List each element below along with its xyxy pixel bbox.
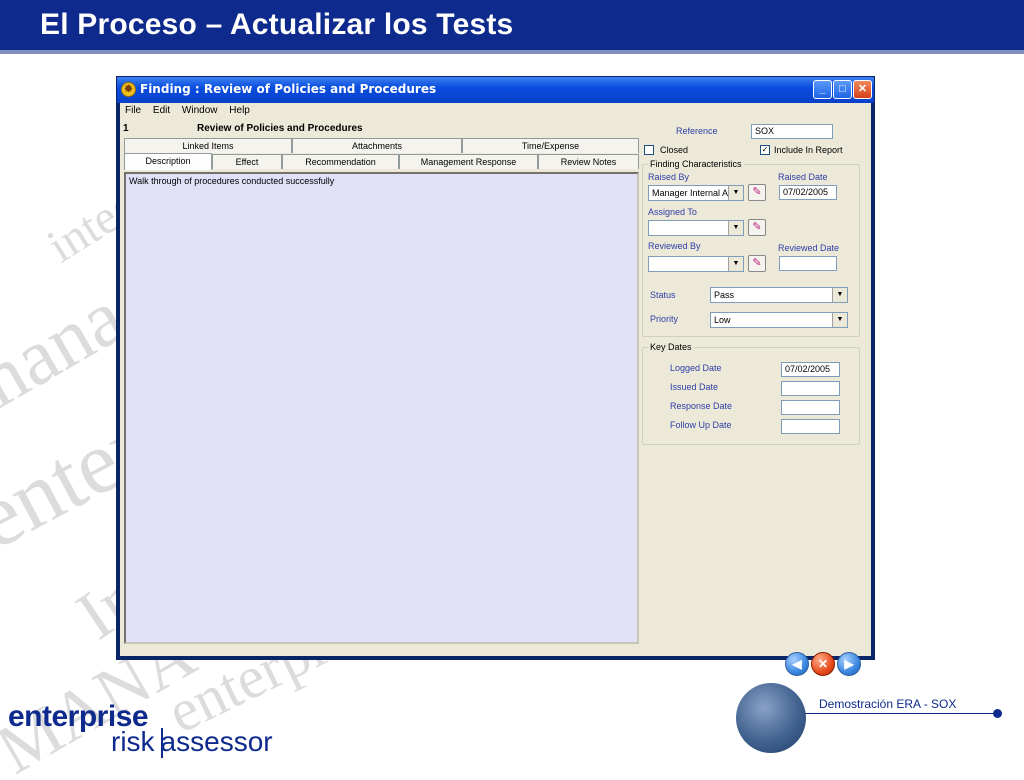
description-textarea[interactable]: Walk through of procedures conducted suc…: [124, 172, 639, 644]
logged-date-label: Logged Date: [670, 363, 722, 373]
chevron-down-icon: ▼: [728, 221, 743, 235]
raised-date-label: Raised Date: [778, 172, 828, 182]
logo-word-assessor: assessor: [160, 726, 273, 757]
forward-button[interactable]: ▶: [837, 652, 861, 676]
pencil-icon: ✎: [752, 221, 762, 233]
issued-date-label: Issued Date: [670, 382, 719, 392]
status-value: Pass: [714, 290, 735, 300]
priority-select[interactable]: Low ▼: [710, 312, 848, 328]
tab-effect[interactable]: Effect: [212, 154, 282, 169]
priority-value: Low: [714, 315, 731, 325]
tab-linked-items[interactable]: Linked Items: [124, 138, 292, 153]
menu-window[interactable]: Window: [182, 103, 218, 119]
demo-underline: [805, 713, 995, 714]
reviewed-by-label: Reviewed By: [648, 241, 701, 251]
response-date-field[interactable]: [781, 400, 840, 415]
cancel-button[interactable]: ✕: [811, 652, 835, 676]
close-button[interactable]: ✕: [853, 80, 872, 99]
window-title: Finding : Review of Policies and Procedu…: [140, 82, 437, 96]
logo-word-risk: risk: [111, 726, 155, 757]
status-select[interactable]: Pass ▼: [710, 287, 848, 303]
reference-label: Reference: [676, 126, 718, 136]
reviewed-by-select[interactable]: ▼: [648, 256, 744, 272]
tab-row-2: Description Effect Recommendation Manage…: [124, 153, 639, 170]
reviewed-date-field[interactable]: [779, 256, 837, 271]
assigned-to-select[interactable]: ▼: [648, 220, 744, 236]
raised-by-value: Manager Internal A: [652, 188, 729, 198]
back-arrow-icon: ◀: [792, 657, 802, 671]
menu-help[interactable]: Help: [229, 103, 250, 119]
logged-date-field[interactable]: 07/02/2005: [781, 362, 840, 377]
tab-row-1: Linked Items Attachments Time/Expense: [124, 138, 639, 153]
window-client: File Edit Window Help 1 Review of Polici…: [120, 103, 871, 676]
include-in-report-checkbox[interactable]: ✓: [760, 145, 770, 155]
description-text: Walk through of procedures conducted suc…: [129, 176, 335, 186]
slide-header: El Proceso – Actualizar los Tests: [0, 0, 1024, 54]
chevron-down-icon: ▼: [832, 288, 847, 302]
cancel-x-icon: ✕: [817, 657, 829, 671]
raised-by-select[interactable]: Manager Internal A ▼: [648, 185, 744, 201]
menu-edit[interactable]: Edit: [153, 103, 170, 119]
assigned-to-label: Assigned To: [648, 207, 697, 217]
tab-recommendation[interactable]: Recommendation: [282, 154, 399, 169]
record-number: 1: [123, 123, 129, 134]
demo-label: Demostración ERA - SOX: [819, 697, 957, 711]
include-in-report-label: Include In Report: [774, 145, 843, 155]
demo-bullet-dot: [993, 709, 1002, 718]
priority-label: Priority: [650, 314, 679, 324]
tab-time-expense[interactable]: Time/Expense: [462, 138, 639, 153]
logo-line-2: risk assessor: [111, 726, 273, 758]
back-button[interactable]: ◀: [785, 652, 809, 676]
globe-image: [736, 683, 806, 753]
maximize-icon: □: [839, 83, 846, 95]
app-gear-icon: ✹: [121, 82, 136, 97]
closed-label: Closed: [660, 145, 689, 155]
finding-details-panel: Reference SOX Closed ✓ Include In Report…: [642, 103, 878, 676]
reference-field[interactable]: SOX: [751, 124, 833, 139]
forward-arrow-icon: ▶: [844, 657, 854, 671]
reviewed-date-label: Reviewed Date: [778, 243, 840, 253]
response-date-label: Response Date: [670, 401, 733, 411]
window-titlebar[interactable]: ✹ Finding : Review of Policies and Proce…: [117, 77, 874, 103]
tab-review-notes[interactable]: Review Notes: [538, 154, 639, 169]
issued-date-field[interactable]: [781, 381, 840, 396]
follow-up-date-field[interactable]: [781, 419, 840, 434]
key-dates-title: Key Dates: [648, 342, 694, 352]
pencil-icon: ✎: [752, 257, 762, 269]
tab-management-response[interactable]: Management Response: [399, 154, 538, 169]
record-name: Review of Policies and Procedures: [197, 123, 363, 134]
raised-date-field[interactable]: 07/02/2005: [779, 185, 837, 200]
chevron-down-icon: ▼: [728, 186, 743, 200]
chevron-down-icon: ▼: [832, 313, 847, 327]
pencil-icon: ✎: [752, 186, 762, 198]
tab-attachments[interactable]: Attachments: [292, 138, 462, 153]
menu-file[interactable]: File: [125, 103, 141, 119]
tab-description[interactable]: Description: [124, 153, 212, 170]
follow-up-date-label: Follow Up Date: [670, 420, 732, 430]
status-label: Status: [650, 290, 676, 300]
minimize-button[interactable]: _: [813, 80, 832, 99]
edit-assigned-to-button[interactable]: ✎: [748, 219, 766, 236]
slide-title: El Proceso – Actualizar los Tests: [40, 8, 514, 41]
logo-divider: [161, 728, 163, 758]
edit-reviewed-by-button[interactable]: ✎: [748, 255, 766, 272]
chevron-down-icon: ▼: [728, 257, 743, 271]
minimize-icon: _: [819, 83, 826, 95]
finding-characteristics-title: Finding Characteristics: [648, 159, 744, 169]
finding-window: ✹ Finding : Review of Policies and Proce…: [116, 76, 875, 676]
edit-raised-by-button[interactable]: ✎: [748, 184, 766, 201]
raised-by-label: Raised By: [648, 172, 690, 182]
close-icon: ✕: [857, 83, 868, 95]
closed-checkbox[interactable]: [644, 145, 654, 155]
maximize-button[interactable]: □: [833, 80, 852, 99]
